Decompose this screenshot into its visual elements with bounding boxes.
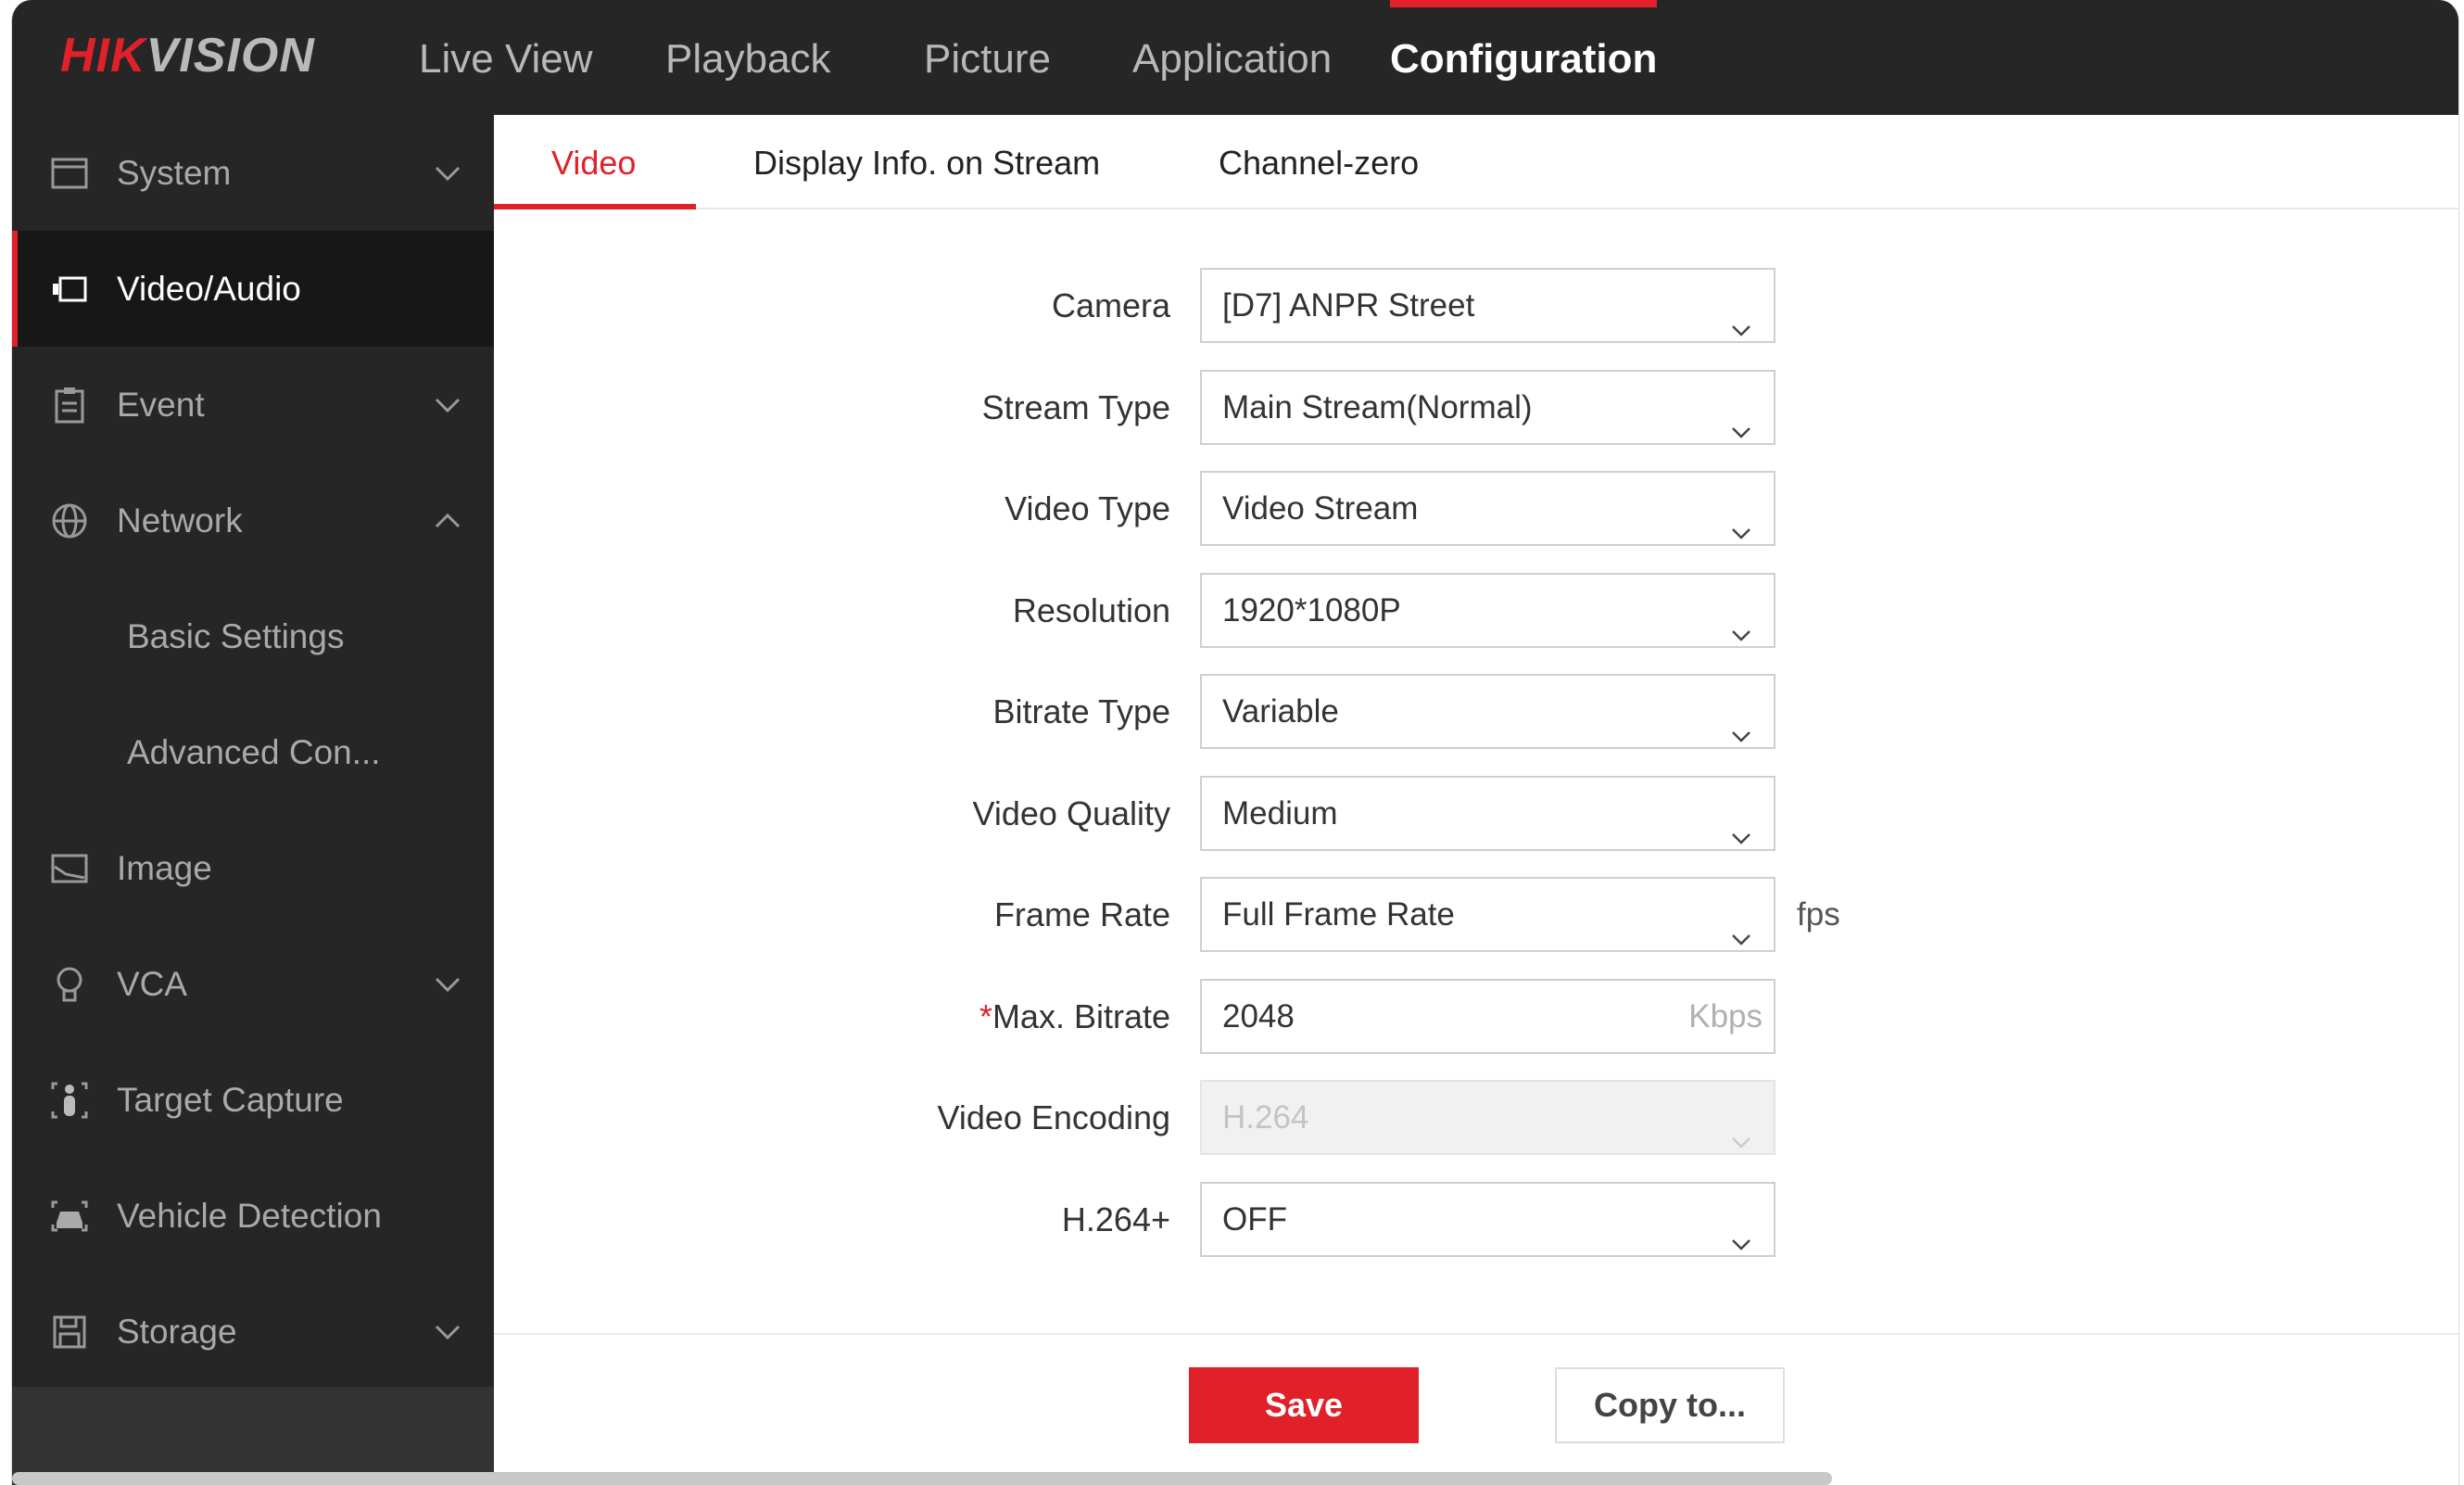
sidebar-item-basic-settings[interactable]: Basic Settings xyxy=(12,578,494,694)
max-bitrate-input[interactable]: 2048 Kbps xyxy=(1200,978,1775,1054)
chevron-down-icon xyxy=(1731,396,1751,438)
sidebar: System Video/Audio Event Network Basic S… xyxy=(12,115,494,1485)
tab-channel-zero[interactable]: Channel-zero xyxy=(1219,115,1419,209)
copy-to-button[interactable]: Copy to... xyxy=(1555,1367,1785,1443)
nav-configuration[interactable]: Configuration xyxy=(1390,0,1658,115)
nav-live-view[interactable]: Live View xyxy=(419,0,593,115)
stream-type-select[interactable]: Main Stream(Normal) xyxy=(1200,369,1775,445)
storage-icon xyxy=(49,1314,90,1351)
sidebar-item-network[interactable]: Network xyxy=(12,463,494,578)
video-encoding-select: H.264 xyxy=(1200,1080,1775,1155)
hikvision-logo: HIKVISION xyxy=(60,29,315,82)
chevron-down-icon xyxy=(1731,903,1751,946)
form-row-resolution: Resolution 1920*1080P xyxy=(494,572,2162,648)
resolution-select[interactable]: 1920*1080P xyxy=(1200,572,1775,648)
video-quality-label: Video Quality xyxy=(972,793,1170,832)
max-bitrate-label: *Max. Bitrate xyxy=(979,996,1170,1035)
form-row-bitrate-type: Bitrate Type Variable xyxy=(494,674,2162,749)
form-row-video-encoding: Video Encoding H.264 xyxy=(494,1080,2162,1155)
sidebar-item-system[interactable]: System xyxy=(12,115,494,231)
sidebar-item-target-capture[interactable]: Target Capture xyxy=(12,1042,494,1158)
stream-type-label: Stream Type xyxy=(981,387,1170,426)
frame-rate-select[interactable]: Full Frame Rate xyxy=(1200,877,1775,952)
video-encoding-label: Video Encoding xyxy=(937,1098,1170,1136)
sidebar-item-image[interactable]: Image xyxy=(12,810,494,926)
nav-application[interactable]: Application xyxy=(1132,0,1332,115)
video-audio-icon xyxy=(49,271,90,308)
form-row-stream-type: Stream Type Main Stream(Normal) xyxy=(494,369,2162,445)
chevron-down-icon xyxy=(435,389,461,421)
chevron-down-icon xyxy=(1731,497,1751,539)
system-icon xyxy=(49,155,90,192)
active-tab-indicator xyxy=(494,204,696,209)
form-row-frame-rate: Frame Rate Full Frame Rate fps xyxy=(494,877,2162,952)
fps-unit: fps xyxy=(1797,896,1840,933)
chevron-down-icon xyxy=(1731,700,1751,742)
sidebar-item-storage[interactable]: Storage xyxy=(12,1274,494,1390)
required-marker: * xyxy=(979,996,992,1035)
sidebar-item-vca[interactable]: VCA xyxy=(12,926,494,1042)
tab-display-info-on-stream[interactable]: Display Info. on Stream xyxy=(753,115,1100,209)
chevron-down-icon xyxy=(435,969,461,1000)
form-row-max-bitrate: *Max. Bitrate 2048 Kbps xyxy=(494,978,2162,1054)
sidebar-item-vehicle-detection[interactable]: Vehicle Detection xyxy=(12,1158,494,1274)
chevron-down-icon xyxy=(1731,294,1751,336)
event-icon xyxy=(49,387,90,424)
sidebar-footer xyxy=(12,1387,494,1485)
chevron-down-icon xyxy=(1731,1208,1751,1250)
top-header: HIKVISION Live View Playback Picture App… xyxy=(12,0,2458,115)
horizontal-scrollbar[interactable] xyxy=(12,1472,1832,1485)
chevron-down-icon xyxy=(1731,1106,1751,1149)
chevron-up-icon xyxy=(435,505,461,537)
vehicle-detection-icon xyxy=(49,1198,90,1235)
bitrate-type-select[interactable]: Variable xyxy=(1200,674,1775,749)
form-row-video-quality: Video Quality Medium xyxy=(494,775,2162,851)
network-icon xyxy=(49,502,90,539)
unit-label: Kbps xyxy=(1688,997,1763,1034)
divider xyxy=(494,1333,2458,1335)
chevron-down-icon xyxy=(1731,802,1751,844)
frame-rate-label: Frame Rate xyxy=(993,895,1170,933)
save-button[interactable]: Save xyxy=(1189,1367,1419,1443)
tab-video[interactable]: Video xyxy=(551,115,636,209)
chevron-down-icon xyxy=(1731,599,1751,641)
form-row-camera: Camera [D7] ANPR Street xyxy=(494,268,2162,343)
form-row-h264plus: H.264+ OFF xyxy=(494,1181,2162,1257)
vca-icon xyxy=(49,966,90,1003)
target-capture-icon xyxy=(49,1082,90,1119)
chevron-down-icon xyxy=(435,158,461,189)
h264plus-select[interactable]: OFF xyxy=(1200,1181,1775,1257)
video-type-label: Video Type xyxy=(1005,489,1170,527)
camera-label: Camera xyxy=(1051,286,1170,324)
sidebar-item-advanced-config[interactable]: Advanced Con... xyxy=(12,694,494,810)
video-quality-select[interactable]: Medium xyxy=(1200,775,1775,851)
camera-select[interactable]: [D7] ANPR Street xyxy=(1200,268,1775,343)
h264plus-label: H.264+ xyxy=(1061,1199,1170,1238)
chevron-down-icon xyxy=(435,1316,461,1348)
form-row-video-type: Video Type Video Stream xyxy=(494,471,2162,546)
nav-playback[interactable]: Playback xyxy=(665,0,831,115)
image-icon xyxy=(49,850,90,887)
video-type-select[interactable]: Video Stream xyxy=(1200,471,1775,546)
bitrate-type-label: Bitrate Type xyxy=(992,692,1170,730)
config-tabs: Video Display Info. on Stream Channel-ze… xyxy=(494,115,2458,209)
app-window: HIKVISION Live View Playback Picture App… xyxy=(11,0,2459,1485)
resolution-label: Resolution xyxy=(1012,590,1170,629)
nav-picture[interactable]: Picture xyxy=(924,0,1051,115)
sidebar-item-video-audio[interactable]: Video/Audio xyxy=(12,231,494,347)
sidebar-item-event[interactable]: Event xyxy=(12,347,494,463)
